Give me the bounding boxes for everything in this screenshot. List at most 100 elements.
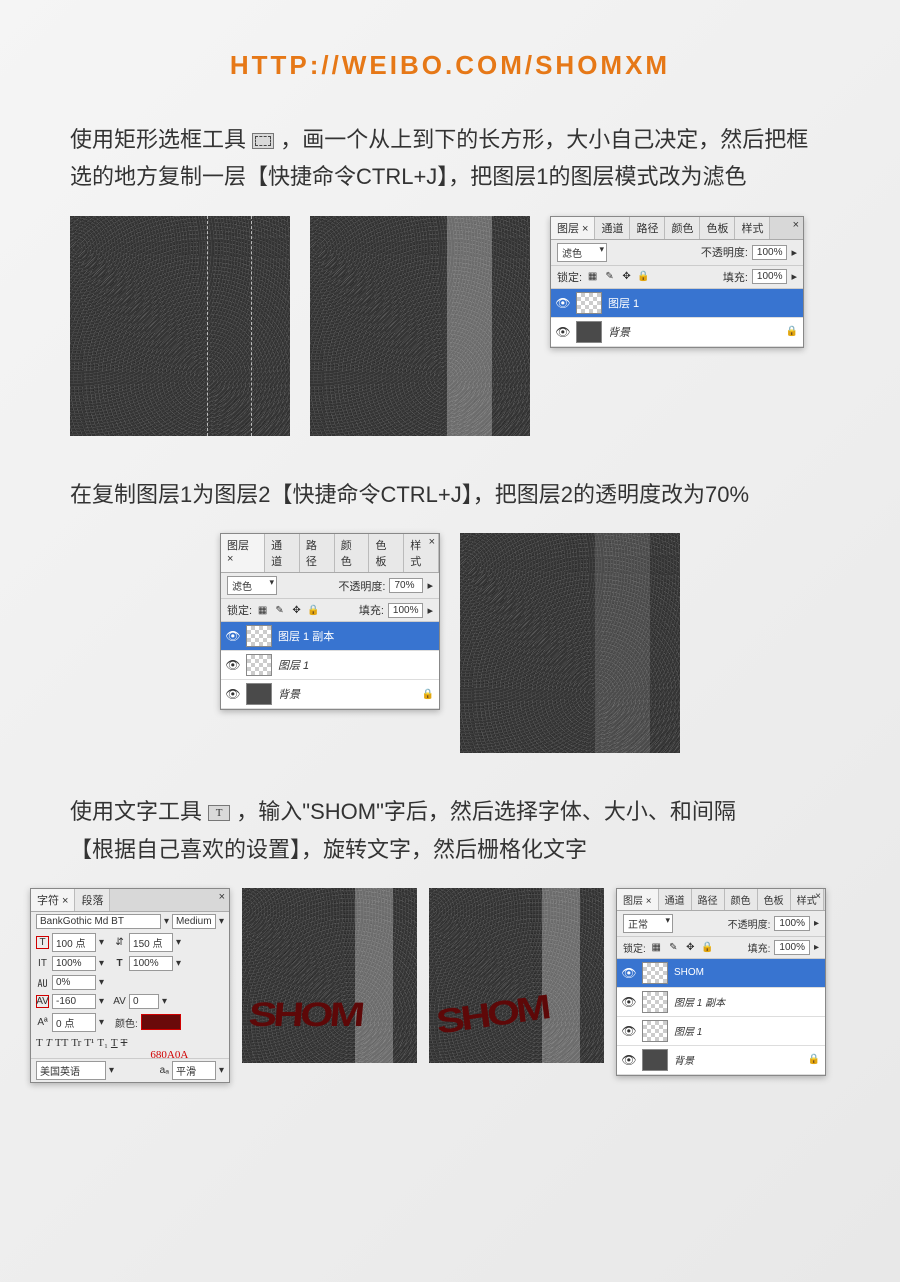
fill-arrow-icon[interactable]: ▸: [427, 604, 433, 617]
font-size-input[interactable]: 100 点: [52, 933, 96, 952]
vscale-input[interactable]: 100%: [52, 956, 96, 971]
close-icon[interactable]: ×: [815, 891, 821, 902]
layer-thumbnail: [642, 991, 668, 1013]
layer-thumbnail: [246, 625, 272, 647]
layer-thumbnail: [642, 1020, 668, 1042]
visibility-eye-icon[interactable]: 👁: [226, 687, 240, 701]
panel-tab[interactable]: 图层 ×: [551, 217, 595, 239]
fill-label: 填充:: [359, 602, 384, 618]
fill-input[interactable]: 100%: [388, 603, 424, 618]
layer-name: 图层 1 副本: [674, 994, 725, 1009]
char-tab[interactable]: 段落: [75, 889, 110, 911]
lock-label: 锁定:: [623, 940, 646, 955]
panel-tab[interactable]: 色板: [700, 217, 735, 239]
hscale-input[interactable]: 100%: [129, 956, 173, 971]
visibility-eye-icon[interactable]: 👁: [622, 995, 636, 1009]
layer-row[interactable]: 👁背景🔒: [551, 318, 803, 347]
layer-thumbnail: [576, 321, 602, 343]
lock-move-icon[interactable]: ✥: [620, 270, 633, 283]
lock-transparent-icon[interactable]: ▦: [256, 604, 269, 617]
lock-transparent-icon[interactable]: ▦: [586, 270, 599, 283]
panel-tab[interactable]: 颜色: [665, 217, 700, 239]
visibility-eye-icon[interactable]: 👁: [622, 1024, 636, 1038]
font-weight-select[interactable]: Medium: [172, 914, 216, 929]
aa-prefix: aₐ: [160, 1065, 169, 1076]
step3-text: 使用文字工具 ，输入"SHOM"字后，然后选择字体、大小、和间隔 【根据自己喜欢…: [0, 783, 900, 888]
lock-move-icon[interactable]: ✥: [290, 604, 303, 617]
kerning-input[interactable]: 0: [129, 994, 159, 1009]
blend-mode-select[interactable]: 滤色: [557, 243, 607, 262]
char-tab[interactable]: 字符 ×: [31, 889, 75, 911]
type-style-buttons: T T TT Tr T¹ T₁ T T680A0A: [31, 1034, 229, 1052]
char-tabs: 字符 ×段落 ×: [31, 889, 229, 912]
visibility-eye-icon[interactable]: 👁: [622, 966, 636, 980]
visibility-eye-icon[interactable]: 👁: [226, 658, 240, 672]
panel-tab[interactable]: 颜色: [725, 889, 758, 910]
lock-move-icon[interactable]: ✥: [684, 941, 697, 954]
lock-transparent-icon[interactable]: ▦: [650, 941, 663, 954]
layer-row[interactable]: 👁 图层 1 副本: [617, 988, 825, 1017]
opacity-input[interactable]: 100%: [752, 245, 788, 260]
lock-all-icon[interactable]: 🔒: [701, 941, 714, 954]
layer-row[interactable]: 👁图层 1 副本: [221, 622, 439, 651]
layer-row[interactable]: 👁SHOM: [617, 959, 825, 988]
lock-brush-icon[interactable]: ✎: [603, 270, 616, 283]
panel-tab[interactable]: 图层 ×: [221, 534, 265, 572]
kerning-icon: AV: [113, 995, 126, 1008]
panel-tab[interactable]: 路径: [692, 889, 725, 910]
opacity-input[interactable]: 70%: [389, 578, 423, 593]
visibility-eye-icon[interactable]: 👁: [556, 325, 570, 339]
lock-all-icon[interactable]: 🔒: [307, 604, 320, 617]
fill-arrow-icon[interactable]: ▸: [814, 942, 819, 953]
layer-row[interactable]: 👁图层 1: [551, 289, 803, 318]
panel-tab[interactable]: 颜色: [335, 534, 370, 572]
antialias-select[interactable]: 平滑: [172, 1061, 216, 1080]
step3-text-b: ，输入"SHOM"字后，然后选择字体、大小、和间隔: [236, 799, 736, 824]
font-family-select[interactable]: BankGothic Md BT: [36, 914, 161, 929]
lock-all-icon[interactable]: 🔒: [637, 270, 650, 283]
baseline-pct-input[interactable]: 0%: [52, 975, 96, 990]
panel-tab[interactable]: 通道: [659, 889, 692, 910]
panel-tab[interactable]: 图层 ×: [617, 889, 659, 910]
panel-tab[interactable]: 通道: [265, 534, 300, 572]
layer-name: 背景: [278, 686, 300, 702]
lock-brush-icon[interactable]: ✎: [273, 604, 286, 617]
layer-row[interactable]: 👁图层 1: [221, 651, 439, 680]
step3-text-c: 【根据自己喜欢的设置】，旋转文字，然后栅格化文字: [70, 837, 587, 862]
step2-text: 在复制图层1为图层2【快捷命令CTRL+J】，把图层2的透明度改为70%: [0, 466, 900, 533]
color-hex-label: 680A0A: [150, 1049, 188, 1061]
baseline-shift-input[interactable]: 0 点: [52, 1013, 96, 1032]
visibility-eye-icon[interactable]: 👁: [556, 296, 570, 310]
panel-tab[interactable]: 路径: [630, 217, 665, 239]
blend-mode-select[interactable]: 正常: [623, 914, 673, 933]
panel-tab[interactable]: 色板: [369, 534, 404, 572]
visibility-eye-icon[interactable]: 👁: [226, 629, 240, 643]
lock-brush-icon[interactable]: ✎: [667, 941, 680, 954]
leading-input[interactable]: 150 点: [129, 933, 173, 952]
close-icon[interactable]: ×: [429, 536, 435, 548]
step1-row: 图层 ×通道路径颜色色板样式×滤色不透明度:100%▸锁定:▦✎✥🔒填充:100…: [0, 216, 900, 466]
layer-row[interactable]: 👁图层 1: [617, 1017, 825, 1046]
tracking-input[interactable]: -160: [52, 994, 96, 1009]
text-color-swatch[interactable]: [141, 1014, 181, 1030]
panel-tab[interactable]: 路径: [300, 534, 335, 572]
panel-tab[interactable]: 色板: [758, 889, 791, 910]
shom-text-2: SHOM: [434, 988, 550, 1043]
close-icon[interactable]: ×: [219, 891, 225, 903]
opacity-arrow-icon[interactable]: ▸: [791, 246, 797, 259]
fill-input[interactable]: 100%: [774, 940, 810, 955]
language-select[interactable]: 美国英语: [36, 1061, 106, 1080]
visibility-eye-icon[interactable]: 👁: [622, 1053, 636, 1067]
layer-row[interactable]: 👁背景🔒: [221, 680, 439, 709]
layer-row[interactable]: 👁背景🔒: [617, 1046, 825, 1075]
close-icon[interactable]: ×: [793, 219, 799, 231]
panel-tab[interactable]: 通道: [595, 217, 630, 239]
opacity-arrow-icon[interactable]: ▸: [814, 918, 819, 929]
fill-arrow-icon[interactable]: ▸: [791, 270, 797, 283]
lock-icon: 🔒: [808, 1054, 820, 1065]
opacity-input[interactable]: 100%: [774, 916, 810, 931]
opacity-arrow-icon[interactable]: ▸: [427, 579, 433, 592]
blend-mode-select[interactable]: 滤色: [227, 576, 277, 595]
panel-tab[interactable]: 样式: [735, 217, 770, 239]
fill-input[interactable]: 100%: [752, 269, 788, 284]
